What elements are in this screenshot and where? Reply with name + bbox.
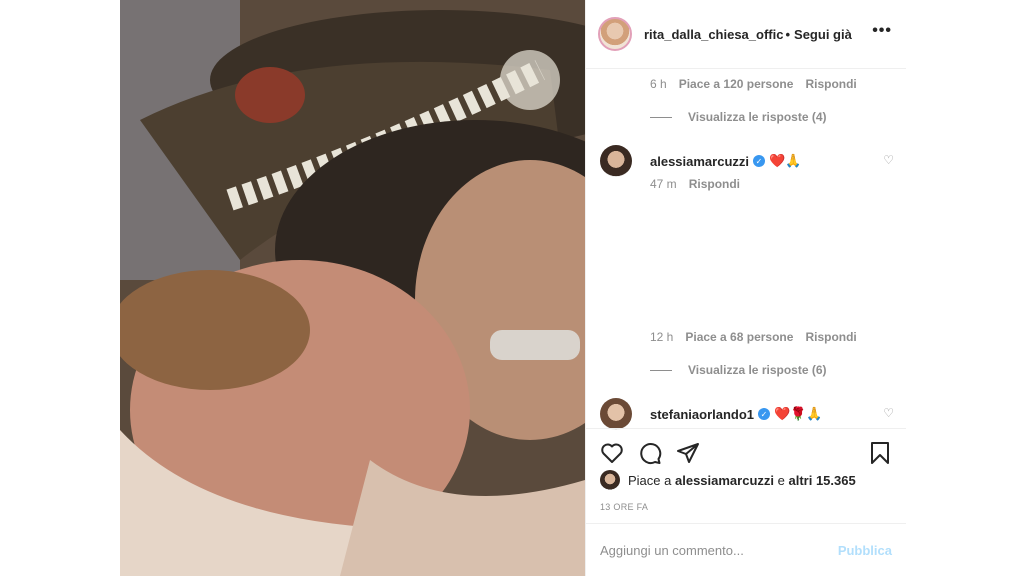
commenter-avatar[interactable] <box>600 398 632 430</box>
divider-line <box>650 369 672 371</box>
instagram-post: rita_dalla_chiesa_offic • Segui già ••• … <box>120 0 906 576</box>
share-icon[interactable] <box>676 441 700 465</box>
comment-input[interactable]: Aggiungi un commento... <box>600 543 744 558</box>
verified-icon: ✓ <box>753 155 766 167</box>
comment-text: ❤️🙏 <box>769 153 802 168</box>
likes-summary: Piace a alessiamarcuzzi e altri 15.365 <box>600 470 856 490</box>
liker-avatar[interactable] <box>600 470 620 490</box>
reply-button[interactable]: Rispondi <box>805 330 856 344</box>
like-icon[interactable] <box>600 441 624 465</box>
comment-time: 6 h <box>650 77 667 91</box>
verified-icon: ✓ <box>758 408 771 420</box>
more-options-icon[interactable]: ••• <box>872 22 892 40</box>
comment-meta: 12 h Piace a 68 persone Rispondi <box>650 330 857 344</box>
post-header: rita_dalla_chiesa_offic • Segui già ••• <box>586 0 906 69</box>
photo-illustration <box>120 0 585 576</box>
likes-prefix: Piace a <box>628 472 672 488</box>
follow-status-button[interactable]: Segui già <box>794 27 852 42</box>
divider-line <box>650 116 672 118</box>
add-comment-bar: Aggiungi un commento... Pubblica <box>586 523 906 577</box>
view-replies[interactable]: Visualizza le risposte (6) <box>650 363 827 377</box>
commenter-username[interactable]: alessiamarcuzzi <box>650 154 749 169</box>
comment-like-icon[interactable]: ♡ <box>883 406 894 420</box>
liker-username[interactable]: alessiamarcuzzi <box>675 473 774 488</box>
comment: stefaniaorlando1 ✓ ❤️🌹🙏 <box>600 398 823 430</box>
comment-likes[interactable]: Piace a 68 persone <box>685 330 793 344</box>
comment-likes[interactable]: Piace a 120 persone <box>679 77 794 91</box>
view-replies[interactable]: Visualizza le risposte (4) <box>650 110 827 124</box>
comment-icon[interactable] <box>638 441 662 465</box>
commenter-avatar[interactable] <box>600 145 632 177</box>
comment-meta: 6 h Piace a 120 persone Rispondi <box>650 77 857 91</box>
view-replies-label[interactable]: Visualizza le risposte (4) <box>688 110 827 124</box>
likes-middle: e <box>777 472 785 488</box>
view-replies-label[interactable]: Visualizza le risposte (6) <box>688 363 827 377</box>
comment-time: 12 h <box>650 330 674 344</box>
author-avatar[interactable] <box>598 17 632 51</box>
author-username[interactable]: rita_dalla_chiesa_offic <box>644 27 783 42</box>
likes-others[interactable]: altri 15.365 <box>789 473 856 488</box>
post-timestamp[interactable]: 13 ORE FA <box>600 502 648 512</box>
comment-time: 47 m <box>650 177 677 191</box>
publish-button[interactable]: Pubblica <box>838 543 892 558</box>
reply-button[interactable]: Rispondi <box>689 177 740 191</box>
comment-text: ❤️🌹🙏 <box>774 406 823 421</box>
comment-meta: 47 m Rispondi <box>650 177 740 191</box>
header-separator: • <box>785 26 791 42</box>
comment-like-icon[interactable]: ♡ <box>883 153 894 167</box>
comment: alessiamarcuzzi ✓ ❤️🙏 <box>600 145 801 177</box>
save-icon[interactable] <box>868 441 892 465</box>
post-photo[interactable] <box>120 0 585 576</box>
reply-button[interactable]: Rispondi <box>805 77 856 91</box>
commenter-username[interactable]: stefaniaorlando1 <box>650 407 754 422</box>
post-side-panel: rita_dalla_chiesa_offic • Segui già ••• … <box>585 0 906 576</box>
